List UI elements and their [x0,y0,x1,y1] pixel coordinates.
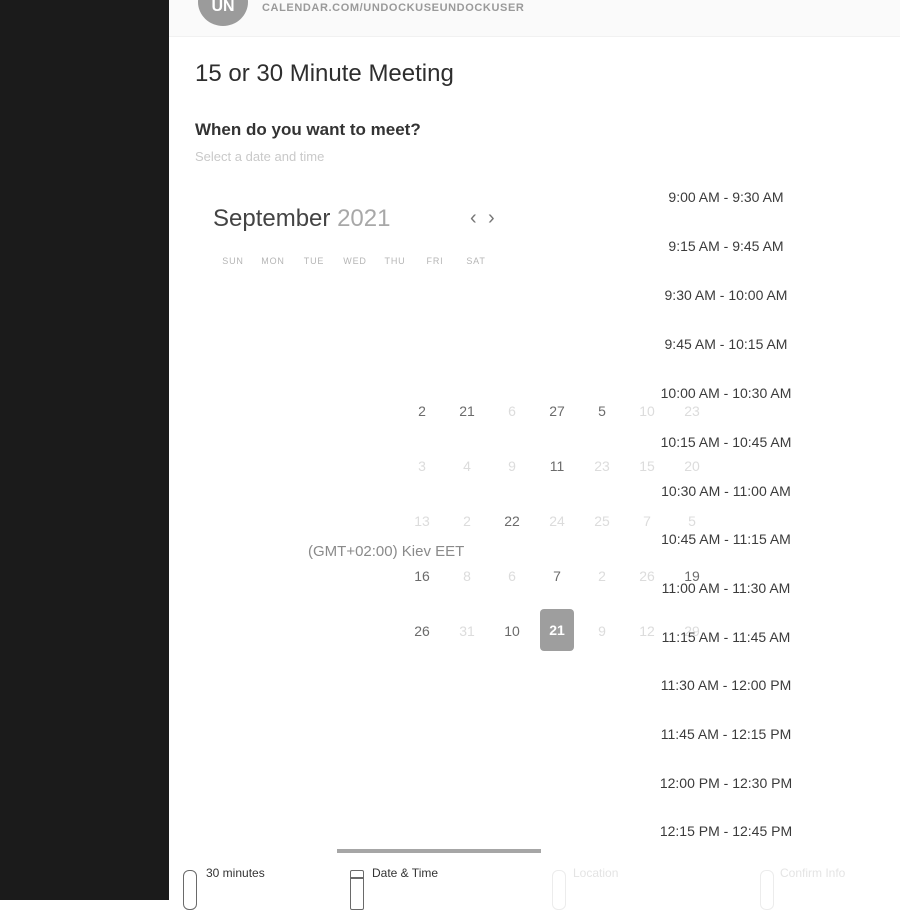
calendar-day[interactable]: 31 [450,610,484,652]
step-date-time[interactable]: Date & Time [372,866,438,880]
calendar-day[interactable]: 6 [495,390,529,432]
weekday-wed: WED [343,256,367,266]
calendar-day[interactable]: 5 [585,390,619,432]
calendar-day[interactable]: 7 [540,555,574,597]
calendar-day[interactable]: 27 [540,390,574,432]
time-slot[interactable]: 9:15 AM - 9:45 AM [656,238,796,254]
step-location[interactable]: Location [573,866,618,880]
time-slot[interactable]: 9:30 AM - 10:00 AM [656,287,796,303]
time-slot[interactable]: 10:15 AM - 10:45 AM [656,434,796,450]
weekday-fri: FRI [426,256,444,266]
calendar-day[interactable]: 26 [405,610,439,652]
time-slot[interactable]: 10:30 AM - 11:00 AM [656,483,796,499]
location-icon [552,870,566,910]
clock-icon [183,870,197,910]
weekday-sun: SUN [222,256,244,266]
calendar-day[interactable]: 16 [405,555,439,597]
section-heading: When do you want to meet? [195,120,421,139]
time-slot[interactable]: 9:00 AM - 9:30 AM [656,189,796,205]
calendar-day[interactable]: 9 [495,445,529,487]
calendar-day[interactable]: 22 [495,500,529,542]
time-slot[interactable]: 12:15 PM - 12:45 PM [656,823,796,839]
profile-url[interactable]: CALENDAR.COM/UNDOCKUSEUNDOCKUSER [262,2,524,14]
calendar-day[interactable]: 10 [495,610,529,652]
weekday-mon: MON [261,256,285,266]
time-slot[interactable]: 9:45 AM - 10:15 AM [656,336,796,352]
time-slot[interactable]: 11:30 AM - 12:00 PM [656,677,796,693]
calendar-day[interactable]: 24 [540,500,574,542]
time-slot[interactable]: 12:00 PM - 12:30 PM [656,775,796,791]
weekday-tue: TUE [303,256,325,266]
time-slot[interactable]: 10:45 AM - 11:15 AM [656,531,796,547]
calendar-day[interactable]: 20 [675,445,709,487]
calendar-day[interactable]: 11 [540,445,574,487]
calendar-day-selected[interactable]: 21 [540,609,574,651]
calendar-day[interactable]: 9 [585,610,619,652]
calendar-day[interactable]: 25 [585,500,619,542]
time-slot[interactable]: 11:45 AM - 12:15 PM [656,726,796,742]
step-progress-bar [337,849,541,853]
calendar-day[interactable]: 6 [495,555,529,597]
page-title: 15 or 30 Minute Meeting [195,60,454,87]
section-hint: Select a date and time [195,149,325,164]
confirm-icon [760,870,774,910]
next-month-icon[interactable]: › [488,207,495,230]
month-name: September [213,205,331,232]
time-slot[interactable]: 11:00 AM - 11:30 AM [656,580,796,596]
weekday-sat: SAT [466,256,486,266]
time-slot[interactable]: 10:00 AM - 10:30 AM [656,385,796,401]
time-slot[interactable]: 11:15 AM - 11:45 AM [656,629,796,645]
weekday-thu: THU [384,256,406,266]
calendar-day[interactable]: 2 [450,500,484,542]
calendar-month-label: September 2021 [213,205,390,233]
calendar-icon [350,870,364,910]
left-dark-panel [0,0,169,900]
calendar-day[interactable]: 21 [450,390,484,432]
calendar-day[interactable]: 13 [405,500,439,542]
calendar-day[interactable]: 2 [405,390,439,432]
step-duration[interactable]: 30 minutes [206,866,265,880]
calendar-day[interactable]: 15 [630,445,664,487]
calendar-day[interactable]: 2 [585,555,619,597]
calendar-day[interactable]: 8 [450,555,484,597]
calendar-day[interactable]: 23 [585,445,619,487]
calendar-day[interactable]: 4 [450,445,484,487]
prev-month-icon[interactable]: ‹ [470,207,477,230]
step-confirm-info[interactable]: Confirm Info [780,866,845,880]
calendar-day[interactable]: 3 [405,445,439,487]
year-label: 2021 [337,205,391,232]
timezone-selector[interactable]: (GMT+02:00) Kiev EET [308,543,464,560]
